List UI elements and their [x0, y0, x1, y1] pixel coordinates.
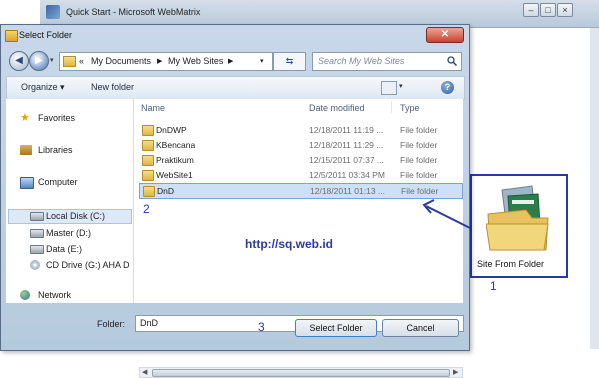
address-segment-my-web-sites[interactable]: My Web Sites	[168, 56, 223, 66]
command-bar: Organize ▾ New folder ▾ ?	[6, 76, 465, 100]
horizontal-scrollbar[interactable]: ◀ ▶	[139, 367, 463, 378]
file-row[interactable]: KBencana 12/18/2011 11:29 ... File folde…	[139, 138, 461, 152]
view-options-icon[interactable]	[381, 81, 397, 95]
organize-menu[interactable]: Organize ▾	[21, 82, 65, 93]
file-row-selected[interactable]: DnD 12/18/2011 01:13 ... File folder	[139, 183, 463, 199]
folder-icon	[142, 170, 154, 181]
drive-icon	[30, 245, 44, 254]
annotation-number-2: 2	[143, 202, 150, 216]
folder-icon	[143, 186, 155, 197]
file-row[interactable]: WebSite1 12/5/2011 03:34 PM File folder	[139, 168, 461, 182]
cancel-button[interactable]: Cancel	[382, 319, 459, 337]
network-icon	[20, 290, 30, 300]
webmatrix-app-icon	[46, 5, 60, 19]
search-placeholder: Search My Web Sites	[318, 56, 405, 66]
address-overflow-chevron[interactable]: «	[79, 56, 84, 66]
webmatrix-window-title: Quick Start - Microsoft WebMatrix	[66, 7, 201, 17]
annotation-url: http://sq.web.id	[245, 237, 333, 251]
file-row[interactable]: Praktikum 12/15/2011 07:37 ... File fold…	[139, 153, 461, 167]
forward-button[interactable]: ▶	[29, 51, 49, 71]
folder-label: Folder:	[97, 319, 126, 329]
drive-icon	[30, 229, 44, 238]
view-dropdown-icon[interactable]: ▾	[399, 82, 403, 90]
annotation-number-1: 1	[490, 279, 497, 293]
address-dropdown-icon[interactable]: ▾	[260, 57, 264, 65]
dialog-close-button[interactable]: ✕	[426, 27, 464, 43]
column-divider	[391, 101, 392, 113]
scroll-left-icon[interactable]: ◀	[142, 368, 147, 376]
annotation-arrow	[422, 199, 471, 229]
folder-icon	[142, 125, 154, 136]
annotation-number-3: 3	[258, 320, 265, 334]
maximize-button[interactable]: □	[540, 3, 556, 17]
file-row[interactable]: DnDWP 12/18/2011 11:19 ... File folder	[139, 123, 461, 137]
search-icon[interactable]	[447, 56, 457, 66]
navigation-pane: ★ Favorites Libraries Computer Local Dis…	[6, 99, 134, 303]
folder-icon	[142, 140, 154, 151]
scrollbar-thumb[interactable]	[152, 369, 450, 377]
computer-icon	[20, 177, 34, 189]
site-from-folder-label: Site From Folder	[477, 259, 545, 269]
new-folder-button[interactable]: New folder	[91, 82, 134, 92]
folder-icon	[63, 56, 76, 67]
star-icon: ★	[20, 112, 30, 124]
dialog-title: Select Folder	[19, 30, 73, 40]
folder-icon	[486, 185, 549, 251]
address-segment-my-documents[interactable]: My Documents	[91, 56, 151, 66]
help-icon[interactable]: ?	[441, 81, 454, 94]
site-from-folder-tile[interactable]: Site From Folder	[470, 174, 568, 278]
chevron-right-icon[interactable]: ▶	[157, 57, 162, 65]
search-input[interactable]: Search My Web Sites	[312, 52, 462, 71]
drive-icon	[30, 212, 44, 221]
minimize-button[interactable]: –	[523, 3, 539, 17]
chevron-right-icon[interactable]: ▶	[228, 57, 233, 65]
column-header-name[interactable]: Name	[141, 103, 165, 113]
column-header-date-modified[interactable]: Date modified	[309, 103, 365, 113]
column-header-type[interactable]: Type	[400, 103, 420, 113]
scroll-right-icon[interactable]: ▶	[453, 368, 458, 376]
folder-icon	[142, 155, 154, 166]
library-icon	[20, 145, 32, 155]
select-folder-dialog: Select Folder ✕ ◀ ▶ ▾ « My Documents ▶ M…	[0, 24, 470, 378]
webmatrix-window-border	[590, 28, 599, 349]
address-bar[interactable]: « My Documents ▶ My Web Sites ▶ ▾	[59, 52, 273, 71]
cd-drive-icon	[30, 260, 40, 270]
select-folder-button[interactable]: Select Folder	[295, 319, 377, 337]
file-list: Name Date modified Type DnDWP 12/18/2011…	[134, 99, 463, 378]
recent-pages-dropdown-icon[interactable]: ▾	[50, 56, 54, 64]
refresh-button[interactable]: ⇆	[273, 52, 306, 71]
back-button[interactable]: ◀	[9, 51, 29, 71]
close-button[interactable]: ×	[557, 3, 573, 17]
folder-icon	[5, 30, 18, 42]
